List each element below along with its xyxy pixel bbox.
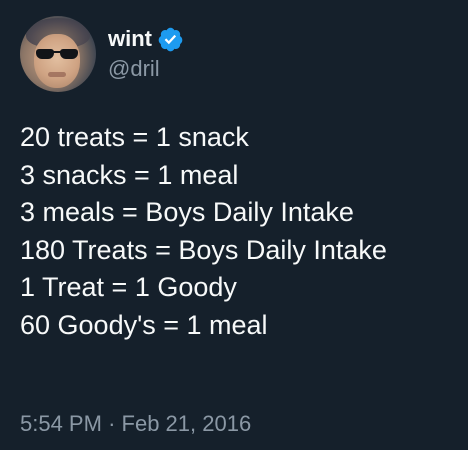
tweet-timestamp[interactable]: 5:54 PM · Feb 21, 2016 [20, 410, 251, 438]
author-handle[interactable]: @dril [108, 55, 184, 83]
tweet-line: 180 Treats = Boys Daily Intake [20, 234, 387, 265]
tweet-text: 20 treats = 1 snack 3 snacks = 1 meal 3 … [20, 119, 460, 344]
display-name-row: wint [108, 25, 184, 53]
tweet-line: 20 treats = 1 snack [20, 122, 249, 152]
tweet-line: 60 Goody's = 1 meal [20, 309, 268, 340]
tweet-line: 3 snacks = 1 meal [20, 159, 239, 190]
tweet-line: 1 Treat = 1 Goody [20, 272, 237, 302]
timestamp-separator: · [108, 411, 116, 436]
tweet-card: wint @dril 20 treats = 1 snack 3 snacks … [0, 0, 468, 450]
display-name[interactable]: wint [108, 25, 152, 53]
avatar-sunglasses [36, 49, 78, 59]
author-names: wint @dril [108, 16, 184, 92]
tweet-date: Feb 21, 2016 [121, 411, 252, 436]
tweet-time: 5:54 PM [20, 411, 102, 436]
avatar-face [34, 34, 80, 88]
tweet-header: wint @dril [20, 16, 184, 92]
avatar-mouth [48, 72, 66, 77]
tweet-line: 3 meals = Boys Daily Intake [20, 197, 354, 227]
verified-badge-icon[interactable] [157, 26, 184, 53]
avatar[interactable] [20, 16, 96, 92]
